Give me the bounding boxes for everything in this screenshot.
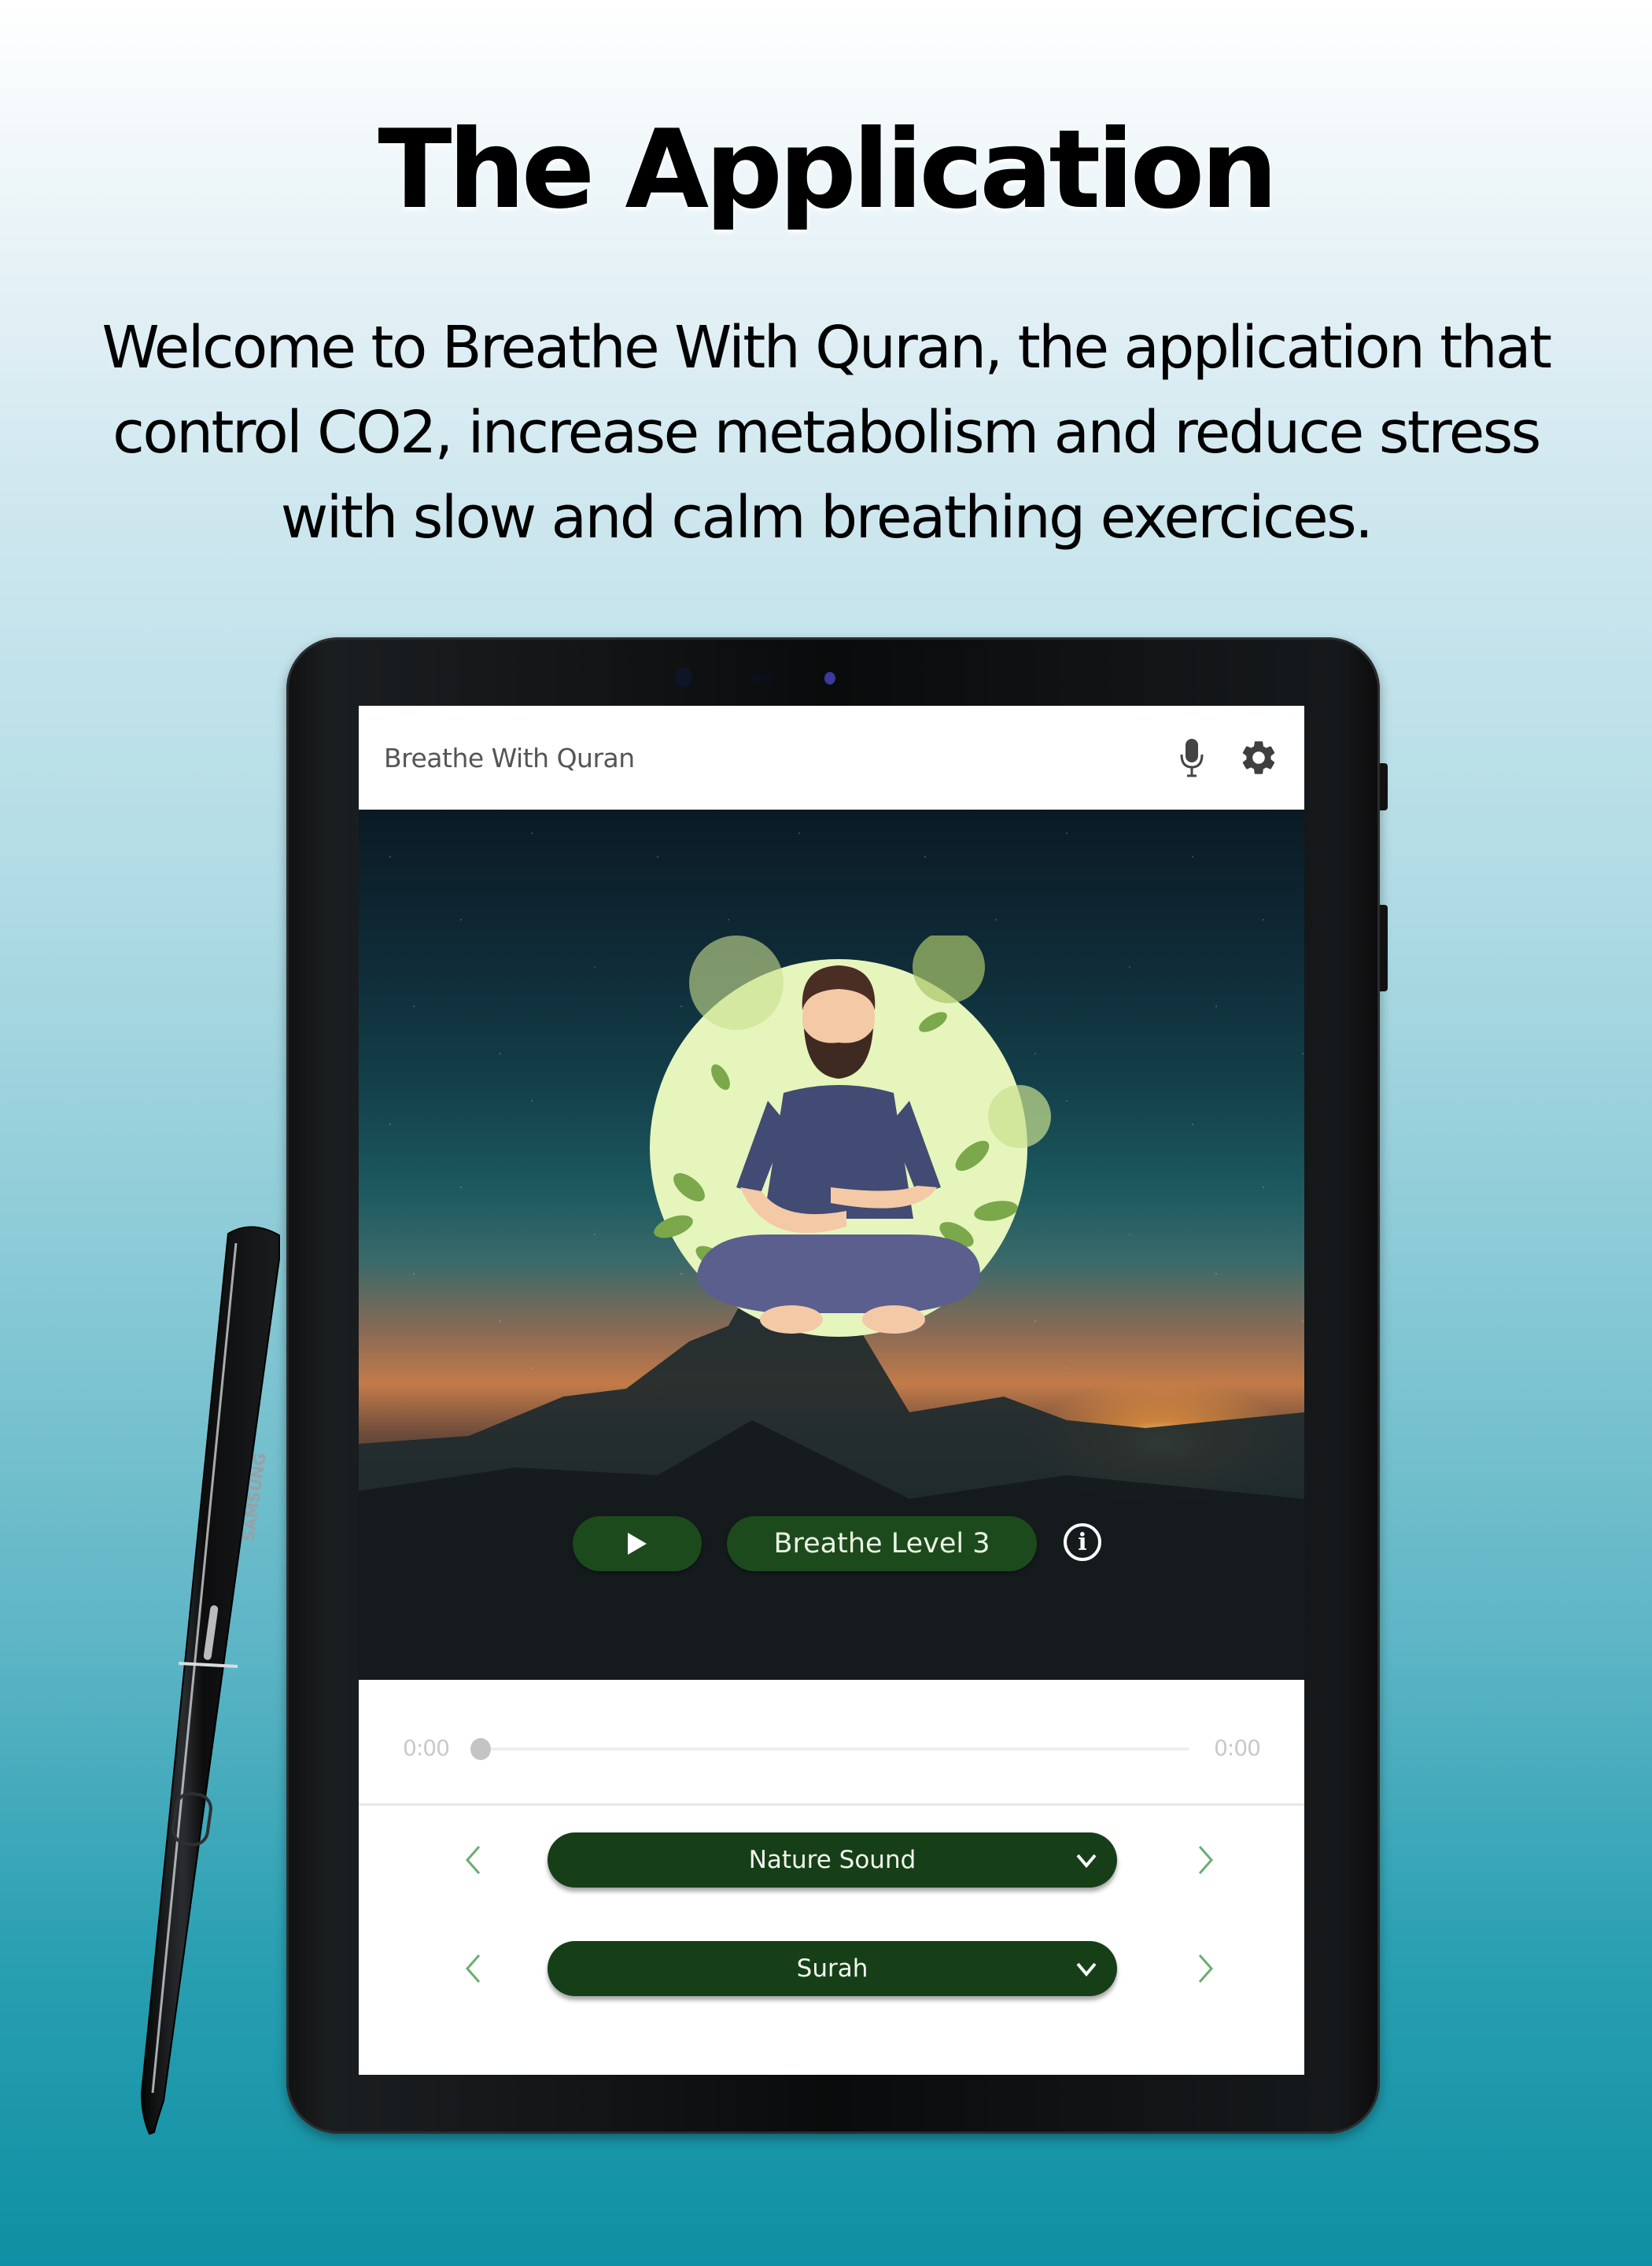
intro-paragraph: Welcome to Breathe With Quran, the appli… bbox=[101, 314, 1552, 552]
play-button[interactable] bbox=[573, 1516, 702, 1571]
meditation-illustration bbox=[650, 936, 1051, 1337]
nature-sound-dropdown[interactable]: Nature Sound bbox=[548, 1832, 1117, 1888]
info-icon[interactable]: i bbox=[1064, 1523, 1101, 1561]
stylus-pen: SAMSUNG bbox=[118, 1212, 299, 2140]
breathe-level-button[interactable]: Breathe Level 3 bbox=[727, 1516, 1037, 1571]
hero-scene: Breathe Level 3 i bbox=[359, 810, 1304, 1680]
chevron-right-icon[interactable] bbox=[1186, 1840, 1226, 1880]
microphone-icon[interactable] bbox=[1178, 737, 1205, 778]
seek-thumb[interactable] bbox=[470, 1738, 491, 1760]
seek-bar[interactable] bbox=[470, 1738, 1189, 1760]
app-bar: Breathe With Quran bbox=[359, 706, 1304, 810]
surah-dropdown[interactable]: Surah bbox=[548, 1941, 1117, 1996]
chevron-down-icon bbox=[1076, 1962, 1097, 1977]
chevron-left-icon[interactable] bbox=[453, 1949, 492, 1988]
chevron-left-icon[interactable] bbox=[453, 1840, 492, 1880]
power-button bbox=[1380, 905, 1388, 991]
chevron-right-icon[interactable] bbox=[1186, 1949, 1226, 1988]
audio-player: 0:00 0:00 bbox=[359, 1680, 1304, 1806]
total-time: 0:00 bbox=[1214, 1735, 1261, 1761]
dropdown-label: Nature Sound bbox=[748, 1846, 916, 1874]
app-title: Breathe With Quran bbox=[384, 742, 635, 773]
dropdown-label: Surah bbox=[796, 1954, 868, 1983]
gear-icon[interactable] bbox=[1238, 737, 1279, 778]
page-title: The Application bbox=[378, 106, 1278, 233]
surah-selector: Surah bbox=[359, 1941, 1304, 1996]
nature-sound-selector: Nature Sound bbox=[359, 1832, 1304, 1888]
tablet-device: Breathe With Quran Breathe Level 3 i 0:0… bbox=[286, 637, 1388, 2134]
front-camera bbox=[286, 667, 1380, 691]
app-screen: Breathe With Quran Breathe Level 3 i 0:0… bbox=[359, 706, 1304, 2075]
volume-button bbox=[1380, 763, 1388, 810]
play-icon bbox=[628, 1533, 647, 1555]
elapsed-time: 0:00 bbox=[403, 1735, 450, 1761]
chevron-down-icon bbox=[1076, 1854, 1097, 1869]
